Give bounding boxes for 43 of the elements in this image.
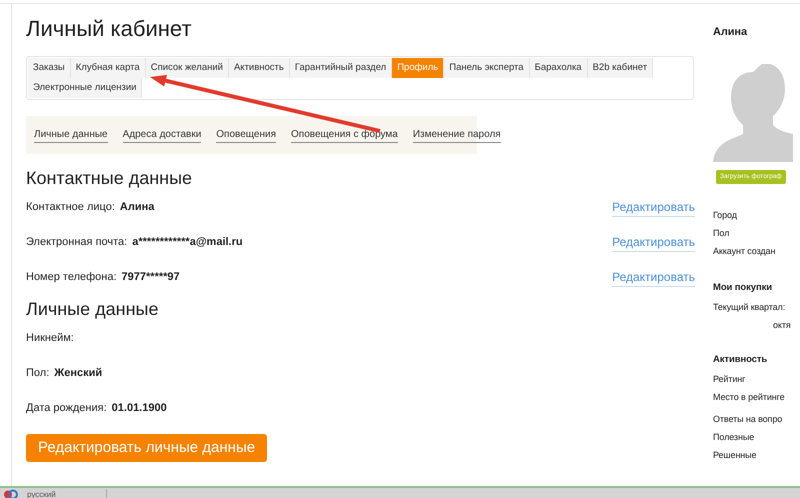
purchase-text: Текущий квартал: — [713, 300, 786, 314]
tab[interactable]: Барахолка — [530, 58, 588, 78]
field-label: Никнейм: — [26, 330, 74, 346]
subnav-link[interactable]: Оповещения — [216, 127, 276, 144]
purchase-text: октя — [772, 318, 792, 332]
info-label: Пол — [713, 226, 730, 240]
field-label: Электронная почта: — [26, 235, 128, 250]
tab[interactable]: Заказы — [28, 58, 71, 78]
section-title: Контактные данные — [26, 168, 194, 190]
activity-label: Полезные — [713, 430, 756, 444]
subnav-link[interactable]: Изменение пароля — [412, 127, 501, 144]
field-value: Алина — [120, 200, 154, 216]
subnav-link[interactable]: Личные данные — [34, 127, 108, 144]
language-indicator[interactable]: русский — [27, 488, 107, 498]
tab[interactable]: Панель эксперта — [444, 58, 530, 78]
field-value: 7977*****97 — [122, 270, 180, 286]
activity-label: Ответы на вопро — [713, 412, 784, 426]
language-icon[interactable] — [3, 489, 19, 498]
field-label: Дата рождения: — [26, 400, 107, 416]
info-label: Аккаунт создан — [713, 244, 776, 258]
tab[interactable]: Активность — [228, 58, 290, 78]
avatar-icon — [713, 64, 793, 162]
user-name: Алина — [713, 25, 748, 40]
page-title: Личный кабинет — [26, 16, 193, 42]
activity-label: Решенные — [713, 448, 758, 462]
field-value: a************a@mail.ru — [132, 235, 243, 250]
tab[interactable]: Клубная карта — [70, 58, 146, 78]
tab[interactable]: B2b кабинет — [588, 58, 654, 78]
sidebar-heading: Мои покупки — [713, 280, 774, 295]
field-value: Женский — [54, 366, 102, 381]
info-label: Город — [713, 208, 738, 222]
section-title: Личные данные — [26, 298, 160, 321]
field-value: 01.01.1900 — [112, 400, 167, 416]
subnav-link[interactable]: Адреса доставки — [122, 127, 202, 144]
field-label: Номер телефона: — [26, 270, 117, 286]
sidebar-heading: Активность — [713, 352, 768, 367]
tab[interactable]: Гарантийный раздел — [290, 58, 392, 78]
activity-label: Рейтинг — [713, 372, 746, 386]
field-label: Контактное лицо: — [26, 200, 115, 216]
tab[interactable]: Список желаний — [146, 58, 229, 78]
field-label: Пол: — [26, 366, 50, 381]
tab[interactable]: Электронные лицензии — [28, 78, 142, 98]
activity-label: Место в рейтинге — [713, 390, 786, 404]
